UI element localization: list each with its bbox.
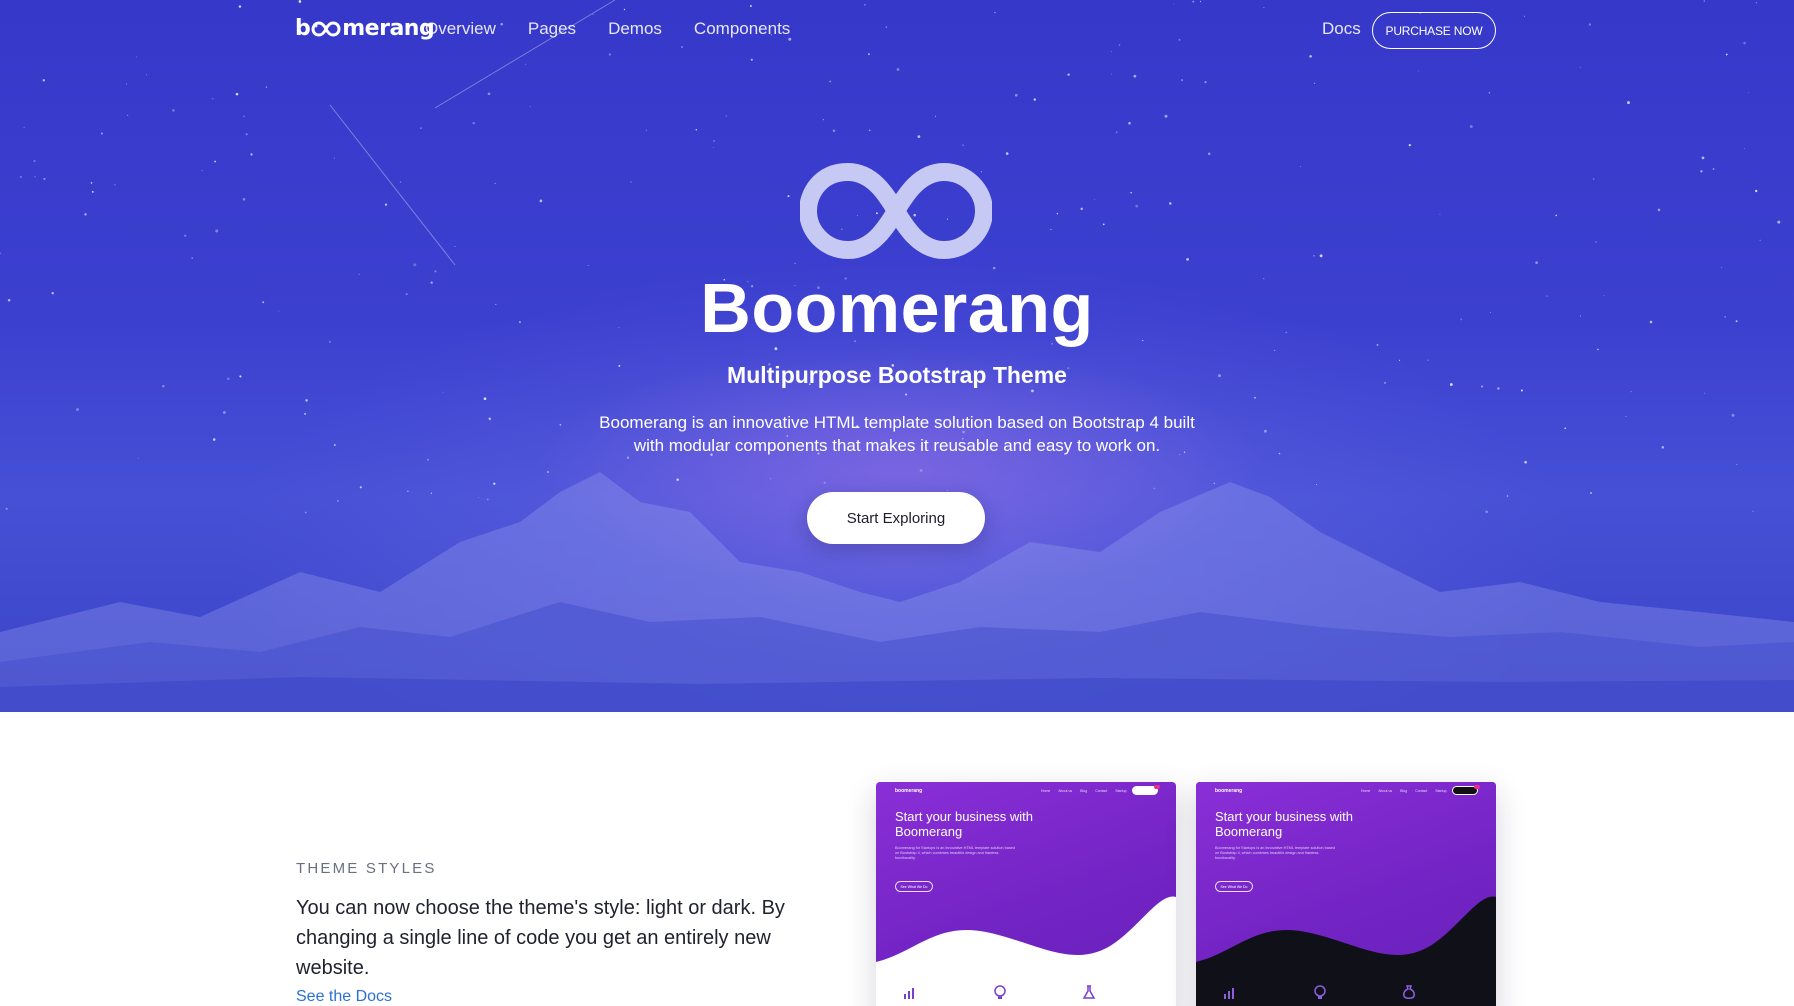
- lightbulb-icon: [994, 985, 1006, 999]
- preview-nav-item: About us: [1378, 789, 1393, 793]
- preview-button: See What We Do: [895, 881, 933, 892]
- preview-wave: [876, 896, 1176, 1006]
- nav-link-overview[interactable]: Overview: [425, 19, 496, 39]
- money-bag-icon: [1403, 985, 1415, 999]
- theme-preview-light[interactable]: boomerang Home About us Blog Contact Sta…: [876, 782, 1176, 1006]
- preview-button: See What We Do: [1215, 881, 1253, 892]
- nav-link-pages[interactable]: Pages: [528, 19, 576, 39]
- preview-title: Start your business with Boomerang: [1215, 809, 1354, 839]
- preview-nav: Home About us Blog Contact Startup: [1041, 789, 1135, 793]
- preview-nav-item: Startup: [1435, 789, 1447, 793]
- preview-nav-item: Blog: [1400, 789, 1408, 793]
- purchase-now-button[interactable]: PURCHASE NOW: [1372, 12, 1496, 49]
- preview-nav-item: Home: [1361, 789, 1371, 793]
- nav-link-components[interactable]: Components: [694, 19, 790, 39]
- brand-logo[interactable]: b merang: [295, 16, 435, 41]
- preview-nav-item: Startup: [1115, 789, 1127, 793]
- nav-link-demos[interactable]: Demos: [608, 19, 662, 39]
- see-docs-link[interactable]: See the Docs: [296, 988, 392, 1006]
- landing-page: b merang Overview Pages Demos Components…: [0, 0, 1794, 1006]
- section-eyebrow: THEME STYLES: [296, 860, 437, 877]
- hero-subtitle: Multipurpose Bootstrap Theme: [727, 362, 1067, 388]
- preview-badge: [1154, 785, 1160, 789]
- theme-preview-dark[interactable]: boomerang Home About us Blog Contact Sta…: [1196, 782, 1496, 1006]
- bar-chart-icon: [904, 988, 914, 999]
- section-description: You can now choose the theme's style: li…: [296, 897, 785, 979]
- hero-section: b merang Overview Pages Demos Components…: [0, 0, 1794, 712]
- brand-logo-text: merang: [342, 16, 435, 41]
- preview-wave: [1196, 896, 1496, 1006]
- bar-chart-icon: [1224, 988, 1234, 999]
- preview-nav-item: About us: [1058, 789, 1073, 793]
- brand-loop-icon: [311, 20, 341, 37]
- nav-link-docs[interactable]: Docs: [1322, 19, 1361, 39]
- preview-nav-item: Contact: [1095, 789, 1108, 793]
- preview-nav-item: Contact: [1415, 789, 1428, 793]
- preview-brand: boomerang: [1215, 788, 1243, 794]
- preview-nav-item: Blog: [1080, 789, 1088, 793]
- preview-body: Boomerang for Startups is an innovative …: [895, 846, 1015, 860]
- nav-links: Overview Pages Demos Components: [425, 19, 822, 39]
- hero-title: Boomerang: [700, 269, 1094, 347]
- brand-logo-letter: b: [295, 16, 311, 41]
- top-navbar: b merang Overview Pages Demos Components…: [0, 0, 1794, 62]
- hero-description: Boomerang is an innovative HTML template…: [599, 413, 1195, 455]
- flask-icon: [1082, 985, 1096, 999]
- preview-title: Start your business with Boomerang: [895, 809, 1034, 839]
- preview-badge: [1474, 785, 1480, 789]
- preview-nav-item: Home: [1041, 789, 1051, 793]
- preview-nav: Home About us Blog Contact Startup: [1361, 789, 1455, 793]
- mountain-silhouette: [0, 472, 1794, 712]
- lightbulb-icon: [1314, 985, 1326, 999]
- preview-brand: boomerang: [895, 788, 923, 794]
- preview-body: Boomerang for Startups is an innovative …: [1215, 846, 1335, 860]
- infinity-loop-icon: [800, 163, 992, 259]
- start-exploring-button[interactable]: Start Exploring: [807, 492, 985, 544]
